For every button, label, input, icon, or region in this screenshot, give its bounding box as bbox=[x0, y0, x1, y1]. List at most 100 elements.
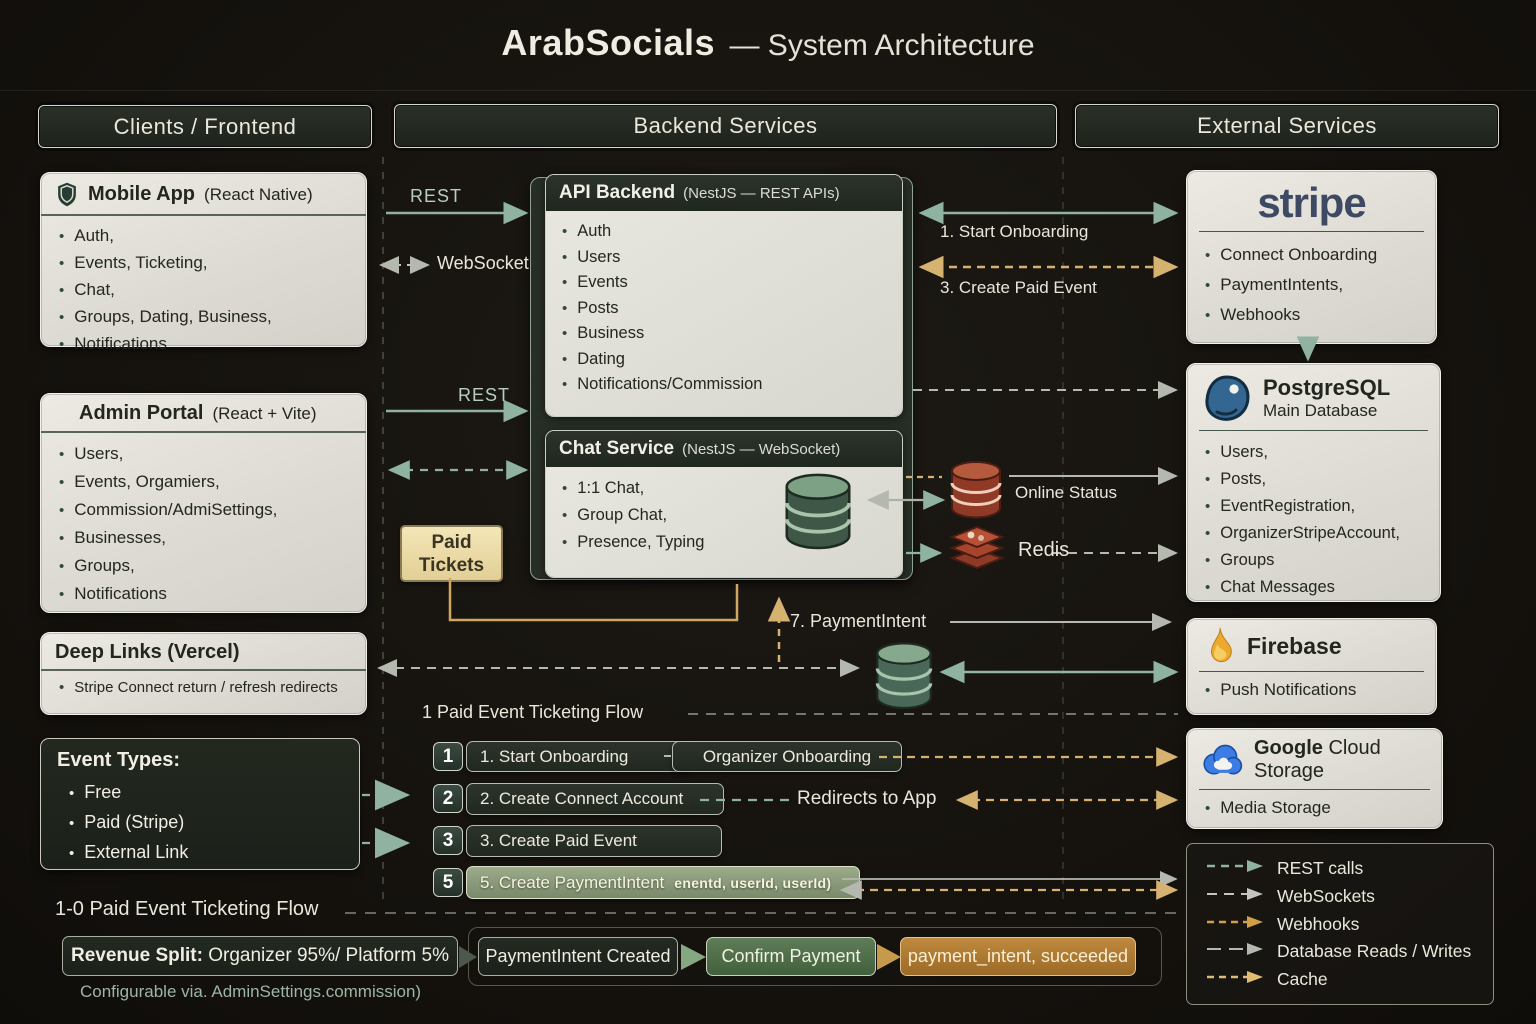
list-item: Free bbox=[65, 778, 343, 808]
deep-links-title: Deep Links (Vercel) bbox=[55, 641, 240, 664]
list-item: Webhooks bbox=[1201, 300, 1422, 330]
column-header-external: External Services bbox=[1075, 104, 1499, 148]
postgresql-title: PostgreSQL bbox=[1263, 375, 1390, 401]
list-item: EventRegistration, bbox=[1201, 493, 1426, 520]
list-item: Businesses, bbox=[55, 524, 352, 552]
firebase-box: Firebase Push Notifications bbox=[1186, 618, 1437, 715]
firebase-title: Firebase bbox=[1247, 633, 1342, 660]
rest-label-mobile: REST bbox=[410, 186, 462, 207]
legend-cache: Cache bbox=[1205, 969, 1475, 990]
divider bbox=[1199, 430, 1428, 431]
list-item: Users, bbox=[55, 440, 352, 468]
online-status-label: Online Status bbox=[1015, 483, 1117, 503]
paid-tickets-note: Paid Tickets bbox=[400, 525, 503, 582]
websocket-label: WebSocket bbox=[437, 253, 529, 274]
organizer-onboarding-box: Organizer Onboarding bbox=[672, 741, 902, 772]
list-item: Posts, bbox=[1201, 466, 1426, 493]
list-item: Auth, bbox=[55, 223, 352, 250]
revenue-split-box: Revenue Split: Organizer 95%/ Platform 5… bbox=[62, 936, 458, 976]
legend-webhooks: Webhooks bbox=[1205, 914, 1475, 935]
rest-arrow-sample bbox=[1205, 858, 1265, 879]
brand-name: ArabSocials bbox=[501, 22, 715, 63]
commission-note: Configurable via. AdminSettings.commissi… bbox=[80, 982, 421, 1002]
list-item: Events, Orgamiers, bbox=[55, 468, 352, 496]
page-title: ArabSocials — System Architecture bbox=[0, 22, 1536, 64]
column-header-external-label: External Services bbox=[1197, 113, 1377, 139]
list-item: Stripe Connect return / refresh redirect… bbox=[55, 677, 352, 699]
list-item: OrganizerStripeAccount, bbox=[1201, 520, 1426, 547]
firebase-icon bbox=[1205, 627, 1235, 665]
column-header-backend-label: Backend Services bbox=[633, 113, 817, 139]
online-status-database-icon bbox=[946, 460, 1006, 527]
chat-service-title: Chat Service bbox=[559, 438, 674, 460]
divider bbox=[1199, 671, 1424, 672]
postgresql-box: PostgreSQL Main Database Users, Posts, E… bbox=[1186, 363, 1441, 602]
payment-succeeded-box: payment_intent, succeeded bbox=[900, 937, 1136, 976]
deep-links-box: Deep Links (Vercel) Stripe Connect retur… bbox=[40, 632, 367, 715]
paymentintent-created-box: PaymentIntent Created bbox=[478, 937, 678, 976]
create-paid-event-label: 3. Create Paid Event bbox=[940, 278, 1097, 298]
list-item: Groups bbox=[1201, 547, 1426, 574]
admin-portal-title: Admin Portal bbox=[79, 402, 203, 425]
list-item: Chat Messages bbox=[1201, 574, 1426, 601]
step-2-box: 2. Create Connect Account bbox=[466, 783, 724, 815]
step-5-box: 5. Create PaymentIntent enentd, userId, … bbox=[466, 866, 860, 899]
step-3-badge: 3 bbox=[433, 826, 463, 855]
redirects-to-app-label: Redirects to App bbox=[797, 788, 936, 810]
list-item: External Link bbox=[65, 838, 343, 868]
payment-database-icon bbox=[872, 641, 936, 718]
list-item: Media Storage bbox=[1201, 798, 1428, 818]
list-item: Notifications bbox=[55, 331, 352, 358]
step-5-badge: 5 bbox=[433, 868, 463, 897]
chat-service-tech: (NestJS — WebSocket) bbox=[682, 441, 840, 458]
revenue-split-label: Revenue Split: bbox=[71, 945, 203, 967]
rest-label-admin: REST bbox=[458, 385, 510, 406]
cache-arrow-sample bbox=[1205, 969, 1265, 990]
page-subtitle: — System Architecture bbox=[729, 29, 1034, 62]
webhook-arrow-sample bbox=[1205, 914, 1265, 935]
list-item: Chat, bbox=[55, 277, 352, 304]
admin-portal-box: Admin Portal (React + Vite) Users, Event… bbox=[40, 393, 367, 613]
stripe-logo: stripe bbox=[1187, 171, 1436, 227]
database-arrow-sample bbox=[1205, 941, 1265, 962]
list-item: Events bbox=[558, 270, 890, 296]
legend-box: REST calls WebSockets Webhooks Database … bbox=[1186, 843, 1494, 1005]
mobile-app-tech: (React Native) bbox=[204, 185, 313, 205]
list-item: Paid (Stripe) bbox=[65, 808, 343, 838]
api-backend-title: API Backend bbox=[559, 182, 675, 204]
google-cloud-storage-box: Google Cloud Storage Media Storage bbox=[1186, 728, 1443, 829]
ticketing-flow-title: 1 Paid Event Ticketing Flow bbox=[422, 702, 643, 723]
paid-tickets-line2: Tickets bbox=[402, 554, 501, 577]
step-1-badge: 1 bbox=[433, 742, 463, 771]
list-item: Users bbox=[558, 245, 890, 271]
api-backend-tech: (NestJS — REST APIs) bbox=[683, 185, 839, 202]
gcs-brand: Google bbox=[1254, 737, 1323, 759]
list-item: Auth bbox=[558, 219, 890, 245]
column-header-backend: Backend Services bbox=[394, 104, 1057, 148]
event-types-title: Event Types: bbox=[57, 749, 343, 772]
column-header-clients-label: Clients / Frontend bbox=[114, 114, 297, 140]
api-backend-box: API Backend (NestJS — REST APIs) Auth Us… bbox=[545, 174, 903, 417]
list-item: Groups, Dating, Business, bbox=[55, 304, 352, 331]
websocket-arrow-sample bbox=[1205, 886, 1265, 907]
list-item: Connect Onboarding bbox=[1201, 240, 1422, 270]
list-item: Posts bbox=[558, 296, 890, 322]
step-2-badge: 2 bbox=[433, 784, 463, 813]
confirm-payment-box: Confirm Payment bbox=[706, 937, 876, 976]
title-divider bbox=[0, 90, 1536, 91]
chat-cache-database-icon bbox=[780, 473, 856, 558]
step-3-box: 3. Create Paid Event bbox=[466, 825, 722, 857]
list-item: Notifications bbox=[55, 580, 352, 608]
list-item: Business bbox=[558, 321, 890, 347]
step-1-box: 1. Start Onboarding bbox=[466, 741, 691, 772]
legend-websockets: WebSockets bbox=[1205, 886, 1475, 907]
column-header-clients: Clients / Frontend bbox=[38, 105, 372, 148]
start-onboarding-label: 1. Start Onboarding bbox=[940, 222, 1088, 242]
stripe-box: stripe Connect Onboarding PaymentIntents… bbox=[1186, 170, 1437, 344]
bottom-flow-title: 1-0 Paid Event Ticketing Flow bbox=[55, 898, 318, 921]
redis-label: Redis bbox=[1018, 539, 1069, 562]
mobile-app-box: Mobile App (React Native) Auth, Events, … bbox=[40, 172, 367, 347]
list-item: Push Notifications bbox=[1201, 680, 1422, 700]
list-item: Groups, bbox=[55, 552, 352, 580]
divider bbox=[1199, 231, 1424, 232]
